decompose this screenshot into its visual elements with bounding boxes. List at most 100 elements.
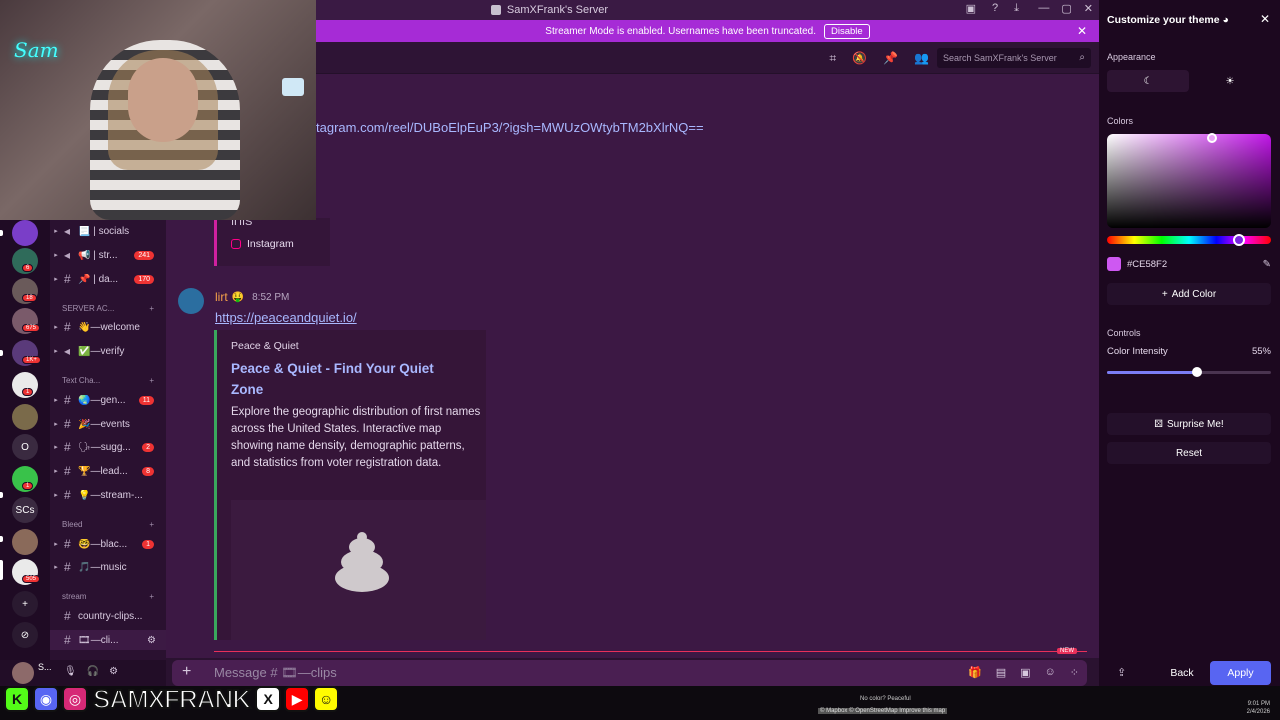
new-badge: NEW: [1057, 648, 1077, 654]
color-picker-handle[interactable]: [1207, 133, 1217, 143]
color-swatch[interactable]: [1107, 257, 1121, 271]
color-picker[interactable]: [1107, 133, 1271, 228]
apply-button[interactable]: Apply: [1210, 661, 1271, 685]
channel-item[interactable]: ▸ # 🎵—music: [50, 557, 166, 577]
reset-button[interactable]: Reset: [1107, 442, 1271, 464]
channel-settings-icon[interactable]: ⚙: [147, 635, 156, 646]
author-name[interactable]: lirt: [215, 290, 228, 304]
channel-item[interactable]: ▸ # 🗣—sugg... 2: [50, 437, 166, 457]
channel-item-selected[interactable]: # 🎞—cli... ⚙: [50, 630, 166, 650]
close-banner-icon[interactable]: ✕: [1077, 24, 1087, 38]
pin-icon[interactable]: 📌: [883, 51, 898, 66]
instagram-link[interactable]: tagram.com/reel/DUBoElpEuP3/?igsh=MWUzOW…: [316, 120, 704, 135]
instagram-icon: ◎: [62, 686, 88, 712]
add-server-icon[interactable]: +: [12, 591, 38, 617]
server-icon[interactable]: 505: [12, 559, 41, 585]
caret-icon: ▸: [54, 324, 58, 331]
intensity-label: Color Intensity: [1107, 346, 1168, 357]
eyedropper-icon[interactable]: ✎: [1263, 259, 1271, 270]
unread-pip: [0, 492, 3, 498]
channel-item[interactable]: ▸ # 💡—stream-...: [50, 485, 166, 505]
channel-item[interactable]: ▸ # 👋—welcome: [50, 317, 166, 337]
embed-image[interactable]: [231, 500, 486, 640]
microphone-icon[interactable]: 🎙: [64, 666, 77, 677]
intensity-slider[interactable]: [1107, 367, 1271, 377]
dark-mode-option[interactable]: ☾: [1107, 70, 1189, 92]
hue-slider[interactable]: [1107, 234, 1271, 246]
threads-icon[interactable]: ⌗: [829, 51, 836, 66]
embed-title[interactable]: Peace & Quiet - Find Your Quiet Zone: [231, 358, 461, 400]
close-window-button[interactable]: ✕: [1084, 2, 1093, 15]
avatar[interactable]: [178, 288, 204, 314]
category-header[interactable]: stream +: [62, 592, 166, 601]
help-icon[interactable]: ?: [992, 2, 998, 15]
channel-item[interactable]: ▸ # 🤓—blac... 1: [50, 534, 166, 554]
category-header[interactable]: Text Cha... +: [62, 376, 166, 385]
map-no-color-text: No color? Peaceful: [860, 696, 911, 702]
hue-slider-handle[interactable]: [1233, 234, 1245, 246]
hex-input[interactable]: #CE58F2: [1127, 259, 1257, 270]
disable-streamer-mode-button[interactable]: Disable: [824, 23, 870, 39]
surprise-me-button[interactable]: ⚄ Surprise Me!: [1107, 413, 1271, 435]
add-color-button[interactable]: + Add Color: [1107, 283, 1271, 305]
add-channel-icon[interactable]: +: [149, 592, 154, 601]
member-list-icon[interactable]: 👥: [914, 51, 929, 66]
gif-icon[interactable]: ▤: [996, 666, 1006, 679]
channel-item[interactable]: # country-clips...: [50, 606, 166, 626]
minimize-button[interactable]: —: [1038, 2, 1049, 15]
message-input[interactable]: Message # 🎞—clips: [214, 665, 337, 681]
maximize-button[interactable]: ▢: [1061, 2, 1071, 15]
sticker-icon[interactable]: ▣: [1020, 666, 1030, 679]
server-icon[interactable]: 6: [12, 248, 38, 274]
category-header[interactable]: SERVER AC... +: [62, 304, 166, 313]
add-channel-icon[interactable]: +: [149, 304, 154, 313]
discover-icon[interactable]: ⊘: [12, 622, 38, 648]
gift-icon[interactable]: 🎁: [968, 666, 982, 679]
neon-sign: Sam: [14, 38, 59, 62]
server-icon[interactable]: 1K+: [12, 340, 41, 366]
channel-item[interactable]: ▸ ◂ ✅—verify: [50, 341, 166, 361]
caret-icon: ▸: [54, 468, 58, 475]
channel-item[interactable]: ▸ # 📌 | da... 170: [50, 269, 166, 289]
plus-icon: +: [1161, 288, 1168, 300]
emoji-icon[interactable]: ☺: [1045, 666, 1056, 679]
hash-icon: #: [64, 609, 71, 623]
message-composer[interactable]: + Message # 🎞—clips 🎁 ▤ ▣ ☺ ⁘: [172, 660, 1087, 686]
server-icon[interactable]: 1: [12, 372, 38, 398]
channel-item[interactable]: ▸ # 🎉—events: [50, 414, 166, 434]
server-icon[interactable]: 1: [12, 466, 38, 492]
category-header[interactable]: Bleed +: [62, 520, 166, 529]
add-channel-icon[interactable]: +: [149, 520, 154, 529]
server-icon[interactable]: 675: [12, 308, 41, 334]
channel-item[interactable]: ▸ # 🏆—lead... 8: [50, 461, 166, 481]
announcement-icon: ◂: [64, 344, 71, 358]
share-icon[interactable]: ⇪: [1117, 666, 1126, 679]
apps-icon[interactable]: ⁘: [1070, 666, 1079, 679]
server-icon[interactable]: [12, 529, 38, 555]
download-icon[interactable]: ⤓: [1014, 2, 1019, 15]
server-icon[interactable]: [12, 220, 38, 246]
avatar[interactable]: [12, 662, 34, 684]
search-input[interactable]: Search SamXFrank's Server ⌕: [937, 48, 1091, 68]
intensity-slider-handle[interactable]: [1192, 367, 1203, 377]
channel-item[interactable]: ▸ ◂ 📃 | socials: [50, 221, 166, 241]
headphones-icon[interactable]: 🎧: [87, 666, 99, 677]
server-icon[interactable]: O: [12, 434, 38, 460]
add-attachment-icon[interactable]: +: [182, 663, 191, 681]
intensity-slider-fill: [1107, 371, 1198, 374]
screen-share-icon[interactable]: ▣: [966, 2, 976, 15]
add-channel-icon[interactable]: +: [149, 376, 154, 385]
channel-item[interactable]: ▸ ◂ 📢 | str... 241: [50, 245, 166, 265]
channel-item[interactable]: ▸ # 🌏—gen... 11: [50, 390, 166, 410]
notifications-muted-icon[interactable]: 🔕: [852, 51, 867, 66]
panel-footer: ⇪ Back Apply: [1099, 658, 1280, 686]
settings-gear-icon[interactable]: ⚙: [109, 666, 118, 677]
hash-icon: #: [64, 464, 71, 478]
close-icon[interactable]: ✕: [1260, 12, 1270, 26]
server-icon[interactable]: [12, 404, 38, 430]
message-link[interactable]: https://peaceandquiet.io/: [215, 310, 357, 325]
server-icon[interactable]: SCs: [12, 497, 38, 523]
light-mode-option[interactable]: ☀: [1189, 70, 1271, 92]
back-button[interactable]: Back: [1157, 661, 1207, 685]
server-icon[interactable]: 18: [12, 278, 38, 304]
